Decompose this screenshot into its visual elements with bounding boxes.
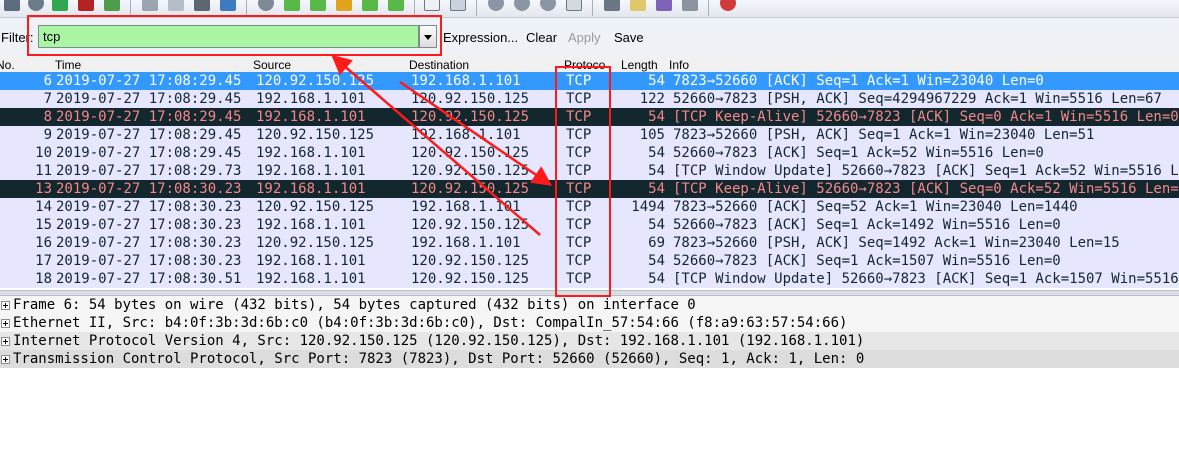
annotation-arrows bbox=[331, 54, 553, 236]
arrow-to-filter bbox=[331, 54, 541, 236]
